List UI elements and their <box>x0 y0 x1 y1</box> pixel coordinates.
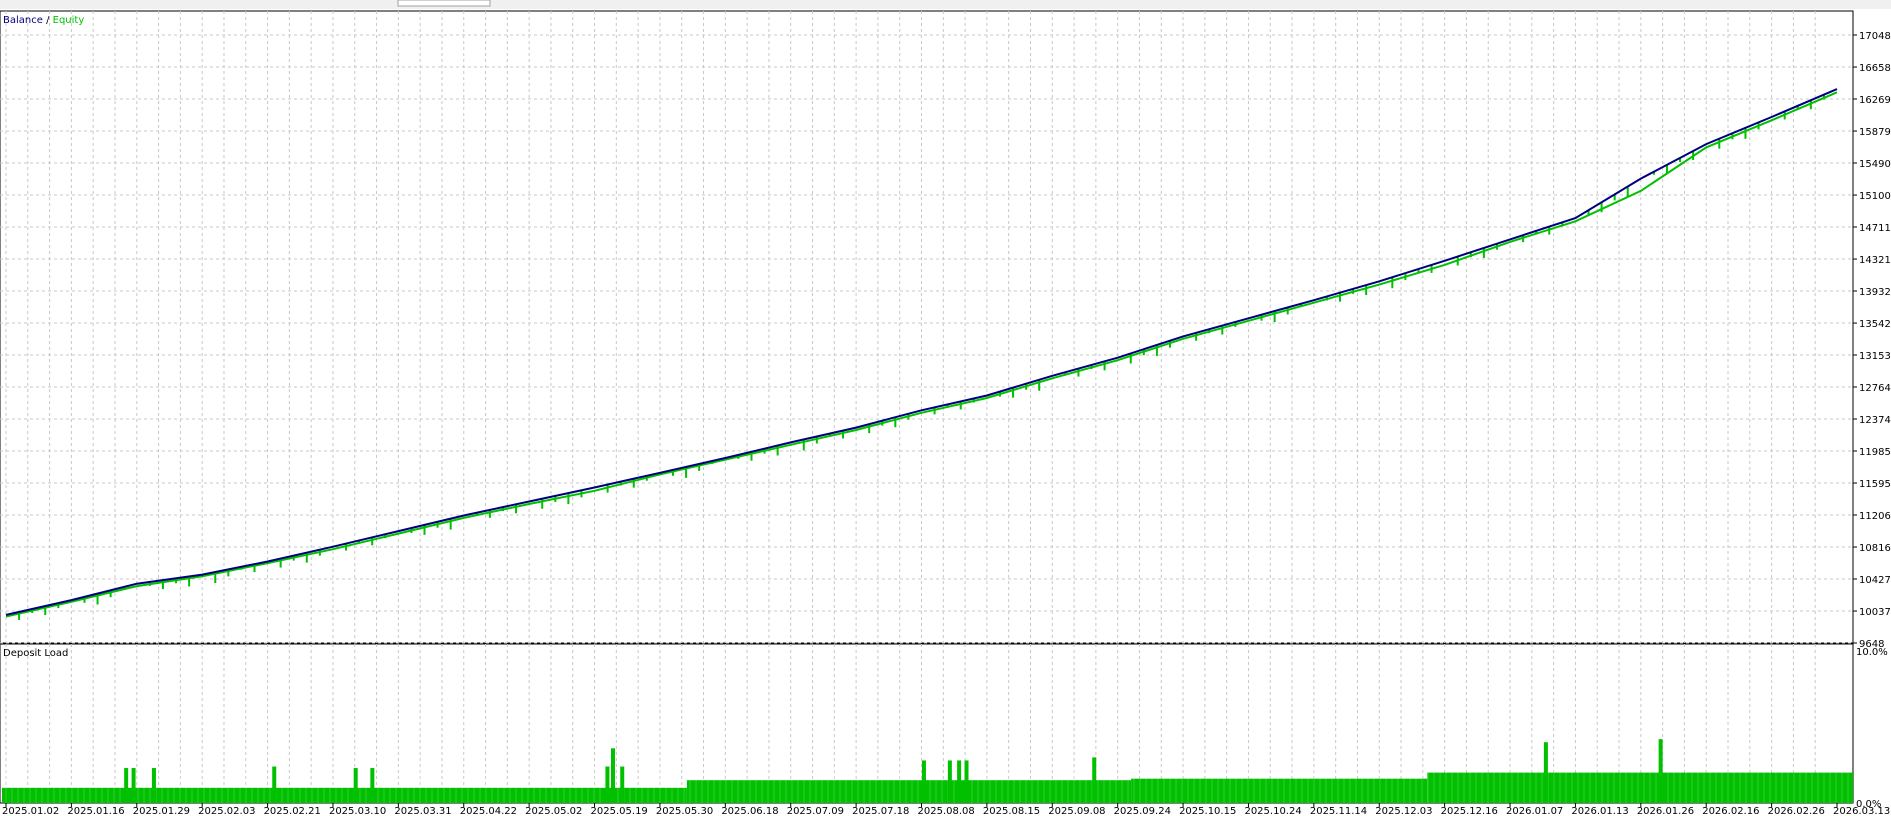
x-tick-label: 2025.01.02 <box>2 806 59 816</box>
x-tick-label: 2025.10.15 <box>1179 806 1236 816</box>
x-tick-label: 2026.01.07 <box>1506 806 1563 816</box>
x-tick-label: 2025.08.08 <box>918 806 975 816</box>
x-tick-label: 2025.07.09 <box>787 806 844 816</box>
x-tick-label: 2026.02.16 <box>1702 806 1759 816</box>
x-tick-label: 2025.09.24 <box>1114 806 1171 816</box>
x-tick-label: 2026.01.26 <box>1637 806 1694 816</box>
x-tick-label: 2026.02.26 <box>1768 806 1825 816</box>
y-tick-label: 12374 <box>1859 415 1891 426</box>
deposit-load-bar <box>686 780 1132 803</box>
deposit-load-bar <box>1427 772 1853 803</box>
x-tick-label: 2025.04.22 <box>460 806 517 816</box>
x-tick-label: 2025.05.30 <box>656 806 713 816</box>
y-tick-label: 12764 <box>1859 383 1891 394</box>
x-tick-label: 2025.01.29 <box>133 806 190 816</box>
y-tick-label: 13153 <box>1859 351 1891 362</box>
deposit-load-spike <box>1092 757 1097 803</box>
x-tick-label: 2025.12.03 <box>1375 806 1432 816</box>
x-tick-label: 2025.08.15 <box>983 806 1040 816</box>
y-tick-label: 14321 <box>1859 255 1891 266</box>
top-toolbar <box>0 0 1891 9</box>
balance-equity-chart: 17048 16658 16269 15879 15490 15100 14711 14321… <box>0 10 1891 650</box>
deposit-panel-title: Deposit Load <box>3 648 68 659</box>
y-tick-label: 15879 <box>1859 127 1891 138</box>
y-tick-label: 10037 <box>1859 607 1891 618</box>
deposit-load-bar <box>1131 778 1428 803</box>
deposit-load-spike <box>353 768 358 803</box>
deposit-load-spike <box>1658 739 1663 803</box>
deposit-load-spike <box>921 760 926 803</box>
x-tick-label: 2025.05.19 <box>591 806 648 816</box>
y-tick-label: 16658 <box>1859 63 1891 74</box>
balance-y-axis: 17048 16658 16269 15879 15490 15100 14711 14321… <box>1853 31 1891 650</box>
y-tick-label: 17048 <box>1859 31 1891 42</box>
y-tick-label: 13542 <box>1859 319 1891 330</box>
y-tick-label: 11206 <box>1859 511 1891 522</box>
y-tick-label: 10816 <box>1859 543 1891 554</box>
x-tick-label: 2026.03.13 <box>1833 806 1890 816</box>
time-axis: 2025.01.02 2025.01.16 2025.01.29 2025.02.03… <box>2 803 1890 816</box>
x-tick-label: 2025.03.10 <box>329 806 386 816</box>
y-tick-label: 10427 <box>1859 575 1891 586</box>
y-tick-label: 16269 <box>1859 95 1891 106</box>
y-tick-label: 15100 <box>1859 191 1891 202</box>
y-tick-label: 15490 <box>1859 159 1891 170</box>
x-tick-label: 2025.01.16 <box>67 806 124 816</box>
y-tick-label: 11985 <box>1859 447 1891 458</box>
deposit-y-tick-label: 10.0% <box>1856 647 1888 658</box>
deposit-load-spike <box>964 760 969 803</box>
deposit-load-spike <box>124 768 129 803</box>
y-tick-label: 13932 <box>1859 287 1891 298</box>
x-tick-label: 2025.02.21 <box>264 806 321 816</box>
y-tick-label: 11595 <box>1859 479 1891 490</box>
x-tick-label: 2025.07.18 <box>852 806 909 816</box>
deposit-load-spike <box>620 766 625 803</box>
strategy-tester-graph: 17048 16658 16269 15879 15490 15100 14711 14321… <box>0 0 1891 816</box>
deposit-load-spike <box>947 760 952 803</box>
deposit-y-axis: 10.0%0.0% <box>1856 647 1888 810</box>
deposit-load-bar <box>2 787 687 803</box>
deposit-load-spike <box>370 768 375 803</box>
x-tick-label: 2025.11.14 <box>1310 806 1367 816</box>
legend-separator: / <box>43 15 53 26</box>
deposit-load-spike <box>610 748 615 803</box>
deposit-load-panel: 10.0%0.0% Deposit Load <box>0 643 1888 810</box>
deposit-load-spike <box>131 768 136 803</box>
legend-equity: Equity <box>53 15 85 26</box>
x-tick-label: 2025.10.24 <box>1244 806 1301 816</box>
chart-legend: Balance / Equity <box>3 15 84 26</box>
deposit-load-spike <box>151 768 156 803</box>
toolbar-input-field[interactable] <box>397 0 491 7</box>
deposit-load-spike <box>1543 742 1548 803</box>
x-tick-label: 2025.09.08 <box>1048 806 1105 816</box>
x-tick-label: 2025.06.18 <box>721 806 778 816</box>
deposit-load-spike <box>605 766 610 803</box>
deposit-load-spike <box>957 760 962 803</box>
x-tick-label: 2025.03.31 <box>394 806 451 816</box>
x-tick-label: 2025.02.03 <box>198 806 255 816</box>
x-tick-label: 2026.01.13 <box>1571 806 1628 816</box>
y-tick-label: 14711 <box>1859 223 1891 234</box>
x-tick-label: 2025.12.16 <box>1441 806 1498 816</box>
legend-balance: Balance <box>3 15 43 26</box>
deposit-load-spike <box>272 766 277 803</box>
balance-plot-area <box>0 10 1854 644</box>
x-tick-label: 2025.05.02 <box>525 806 582 816</box>
